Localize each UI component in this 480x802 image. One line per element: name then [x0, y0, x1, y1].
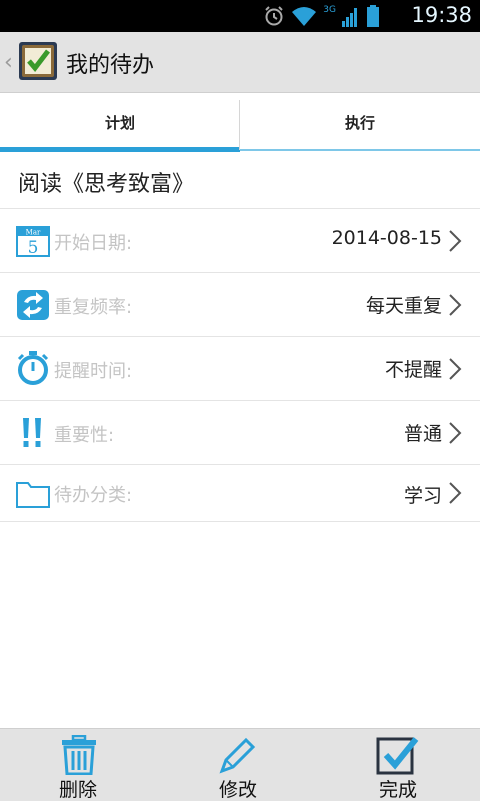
checkbox-icon	[376, 737, 419, 775]
task-name: 阅读《思考致富》	[18, 172, 195, 197]
wifi-icon	[292, 7, 317, 26]
calendar-month: Mar	[26, 229, 41, 237]
tab-bar: 计划 执行	[0, 100, 480, 152]
importance-row[interactable]: 重要性: 普通	[0, 400, 480, 465]
tab-plan[interactable]: 计划	[0, 100, 240, 152]
category-row[interactable]: 待办分类: 学习	[0, 464, 480, 522]
bottom-action-bar: 删除 修改 完成	[0, 728, 480, 801]
tab-label: 计划	[104, 114, 135, 132]
tab-indicator	[0, 147, 240, 152]
tab-execute[interactable]: 执行	[240, 100, 480, 152]
battery-icon	[367, 5, 379, 27]
alarm-icon	[265, 6, 284, 26]
network-label: 3G	[323, 5, 336, 15]
complete-button[interactable]: 完成	[338, 729, 458, 801]
delete-button[interactable]: 删除	[18, 729, 138, 801]
repeat-value: 每天重复	[365, 295, 442, 317]
repeat-label: 重复频率:	[54, 297, 133, 318]
todo-checkbox-icon[interactable]	[18, 41, 58, 81]
delete-label: 删除	[58, 779, 97, 801]
reminder-row[interactable]: 提醒时间: 不提醒	[0, 336, 480, 401]
chevron-right-icon	[449, 422, 462, 444]
category-value: 学习	[403, 485, 442, 507]
chevron-right-icon	[449, 358, 462, 380]
start-date-label: 开始日期:	[54, 233, 133, 254]
stopwatch-icon	[17, 351, 49, 385]
reminder-label: 提醒时间:	[54, 361, 133, 382]
status-icons: 3G	[263, 4, 380, 28]
edit-label: 修改	[218, 779, 257, 801]
exclamation-icon	[23, 418, 41, 447]
repeat-icon	[17, 290, 49, 320]
complete-label: 完成	[378, 779, 417, 801]
start-date-row[interactable]: Mar 5 开始日期: 2014-08-15	[0, 208, 480, 273]
pencil-icon	[219, 737, 256, 774]
back-icon[interactable]: ‹	[4, 50, 13, 75]
action-bar: ‹ 我的待办	[0, 32, 480, 93]
chevron-right-icon	[449, 482, 462, 504]
edit-button[interactable]: 修改	[178, 729, 298, 801]
tab-indicator	[240, 149, 480, 151]
reminder-value: 不提醒	[384, 359, 442, 381]
category-label: 待办分类:	[54, 485, 133, 506]
repeat-row[interactable]: 重复频率: 每天重复	[0, 272, 480, 337]
start-date-value: 2014-08-15	[331, 227, 442, 249]
status-time: 19:38	[411, 3, 472, 27]
importance-value: 普通	[403, 423, 442, 445]
trash-icon	[62, 735, 96, 775]
status-bar: 3G 19:38	[0, 0, 480, 32]
folder-icon	[16, 482, 50, 508]
calendar-icon: Mar 5	[16, 226, 50, 258]
signal-icon	[342, 8, 357, 27]
chevron-right-icon	[449, 230, 462, 252]
tab-label: 执行	[344, 114, 375, 132]
importance-label: 重要性:	[54, 425, 115, 446]
page-title: 我的待办	[66, 53, 155, 78]
calendar-day: 5	[28, 238, 39, 258]
chevron-right-icon	[449, 294, 462, 316]
